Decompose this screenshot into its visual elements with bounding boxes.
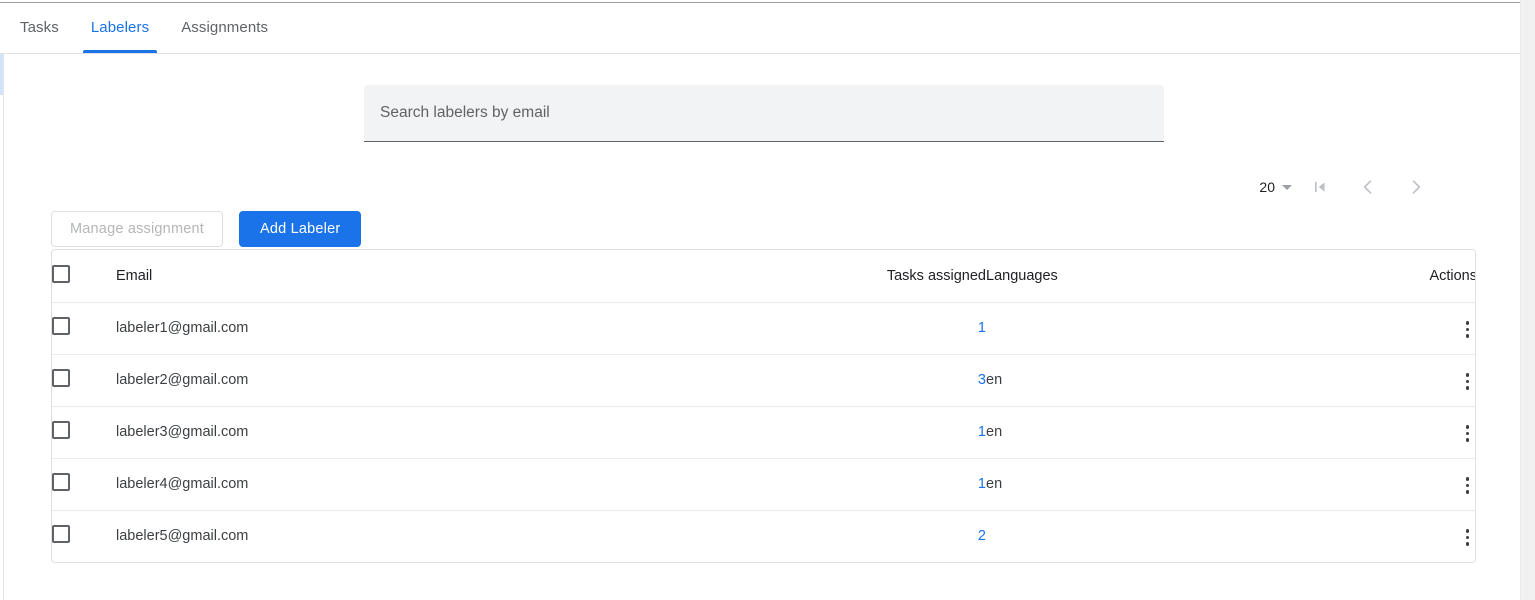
more-vert-icon[interactable] — [1458, 419, 1477, 448]
column-header-email: Email — [116, 250, 836, 302]
add-labeler-button[interactable]: Add Labeler — [239, 211, 361, 247]
page-size-value: 20 — [1259, 179, 1275, 195]
row-select-cell — [52, 302, 116, 354]
tasks-assigned-link[interactable]: 1 — [978, 476, 986, 492]
cell-languages — [986, 302, 1366, 354]
page-root: Tasks Labelers Assignments 20 — [0, 0, 1535, 600]
tab-tasks-label: Tasks — [20, 19, 59, 36]
row-select-cell — [52, 458, 116, 510]
table-action-buttons: Manage assignment Add Labeler — [51, 211, 361, 247]
more-vert-icon[interactable] — [1458, 471, 1477, 500]
tasks-assigned-link[interactable]: 3 — [978, 372, 986, 388]
paginator: 20 — [1259, 167, 1440, 207]
cell-email: labeler3@gmail.com — [116, 406, 836, 458]
tab-tasks[interactable]: Tasks — [4, 2, 75, 53]
search-input[interactable] — [364, 85, 1164, 142]
labelers-table: Email Tasks assigned Languages Actions l… — [52, 250, 1476, 562]
table-body: labeler1@gmail.com 1 — [52, 302, 1476, 562]
cell-actions — [1366, 354, 1476, 406]
content-area: 20 — [5, 54, 1520, 600]
tab-bar: Tasks Labelers Assignments — [0, 3, 1520, 54]
search-container — [364, 85, 1164, 143]
more-vert-icon[interactable] — [1458, 523, 1477, 552]
table-row[interactable]: labeler2@gmail.com 3 en — [52, 354, 1476, 406]
cell-tasks-assigned: 1 — [836, 458, 986, 510]
left-nav-active-indicator[interactable] — [0, 53, 3, 95]
cell-email: labeler4@gmail.com — [116, 458, 836, 510]
previous-page-button[interactable] — [1344, 167, 1392, 207]
labelers-table-card: Email Tasks assigned Languages Actions l… — [51, 249, 1476, 563]
tab-labelers-label: Labelers — [91, 19, 149, 36]
column-header-tasks-assigned: Tasks assigned — [836, 250, 986, 302]
vertical-scrollbar[interactable] — [1520, 0, 1535, 600]
table-header-row: Email Tasks assigned Languages Actions — [52, 250, 1476, 302]
first-page-button[interactable] — [1296, 167, 1344, 207]
table-row[interactable]: labeler1@gmail.com 1 — [52, 302, 1476, 354]
more-vert-icon[interactable] — [1458, 367, 1477, 396]
cell-actions — [1366, 510, 1476, 562]
row-select-cell — [52, 406, 116, 458]
more-vert-icon[interactable] — [1458, 315, 1477, 344]
first-page-icon — [1310, 177, 1330, 197]
table-row[interactable]: labeler3@gmail.com 1 en — [52, 406, 1476, 458]
cell-actions — [1366, 302, 1476, 354]
table-header: Email Tasks assigned Languages Actions — [52, 250, 1476, 302]
left-nav-rail — [0, 53, 4, 600]
cell-languages: en — [986, 406, 1366, 458]
column-header-actions: Actions — [1366, 250, 1476, 302]
cell-email: labeler1@gmail.com — [116, 302, 836, 354]
table-row[interactable]: labeler5@gmail.com 2 — [52, 510, 1476, 562]
row-checkbox[interactable] — [52, 473, 70, 491]
column-header-languages: Languages — [986, 250, 1366, 302]
row-checkbox[interactable] — [52, 421, 70, 439]
cell-languages: en — [986, 354, 1366, 406]
chevron-down-icon — [1282, 185, 1292, 190]
cell-email: labeler2@gmail.com — [116, 354, 836, 406]
cell-tasks-assigned: 1 — [836, 406, 986, 458]
cell-email: labeler5@gmail.com — [116, 510, 836, 562]
tab-assignments-label: Assignments — [181, 19, 268, 36]
chevron-left-icon — [1358, 177, 1378, 197]
tasks-assigned-link[interactable]: 1 — [978, 424, 986, 440]
row-checkbox[interactable] — [52, 525, 70, 543]
tab-assignments[interactable]: Assignments — [165, 2, 284, 53]
page-size-selector[interactable]: 20 — [1259, 179, 1296, 195]
cell-languages: en — [986, 458, 1366, 510]
tasks-assigned-link[interactable]: 1 — [978, 320, 986, 336]
cell-languages — [986, 510, 1366, 562]
cell-tasks-assigned: 2 — [836, 510, 986, 562]
cell-actions — [1366, 458, 1476, 510]
select-all-checkbox[interactable] — [52, 265, 70, 283]
row-select-cell — [52, 354, 116, 406]
table-row[interactable]: labeler4@gmail.com 1 en — [52, 458, 1476, 510]
tab-labelers[interactable]: Labelers — [75, 2, 165, 53]
chevron-right-icon — [1406, 177, 1426, 197]
manage-assignment-button[interactable]: Manage assignment — [51, 211, 223, 247]
cell-tasks-assigned: 1 — [836, 302, 986, 354]
tasks-assigned-link[interactable]: 2 — [978, 528, 986, 544]
select-all-header — [52, 250, 116, 302]
next-page-button[interactable] — [1392, 167, 1440, 207]
cell-tasks-assigned: 3 — [836, 354, 986, 406]
row-checkbox[interactable] — [52, 369, 70, 387]
cell-actions — [1366, 406, 1476, 458]
row-select-cell — [52, 510, 116, 562]
row-checkbox[interactable] — [52, 317, 70, 335]
